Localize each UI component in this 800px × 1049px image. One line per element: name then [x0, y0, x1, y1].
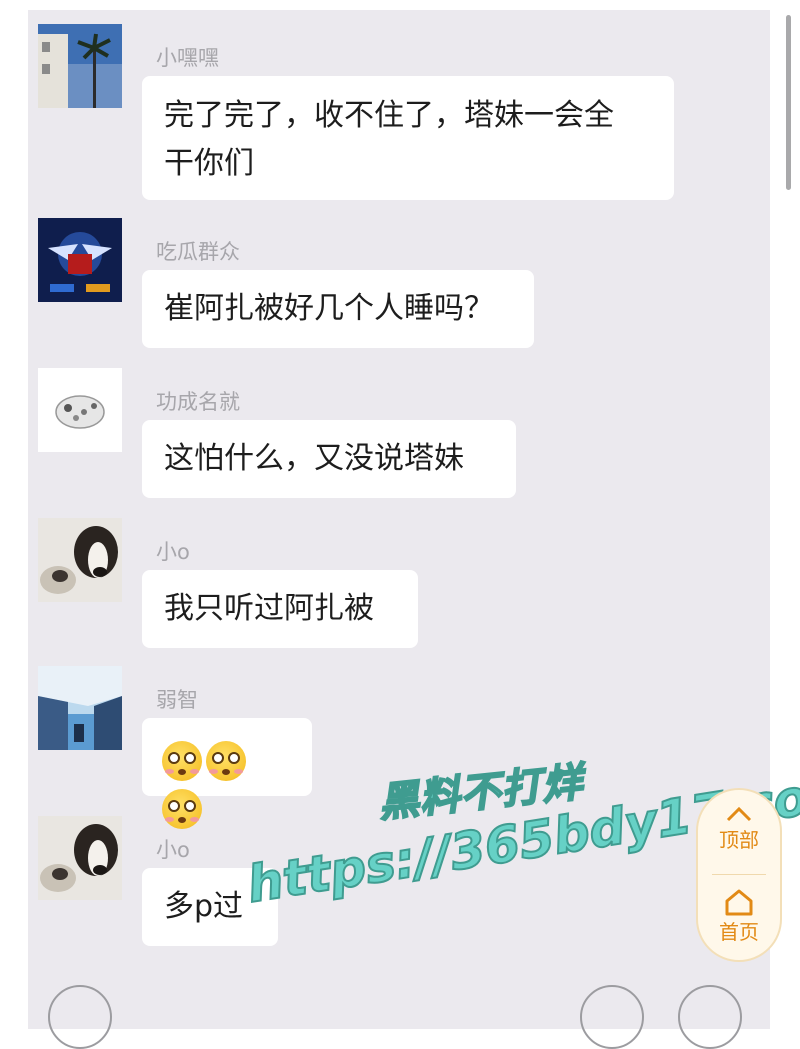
message-bubble[interactable]: 崔阿扎被好几个人睡吗？ — [142, 270, 534, 348]
sender-name: 小o — [156, 540, 190, 564]
home-button[interactable]: 首页 — [698, 888, 780, 945]
message-bubble[interactable] — [142, 718, 312, 829]
scrollbar[interactable] — [786, 15, 791, 190]
divider — [712, 874, 766, 875]
sender-name: 小嘿嘿 — [156, 46, 219, 70]
voice-toggle-icon[interactable] — [48, 985, 112, 1049]
message-text: 完了完了，收不住了，塔妹一会全 — [164, 98, 614, 133]
back-to-top-label: 顶部 — [719, 828, 759, 852]
message-bubble[interactable]: 我只听过阿扎被 — [142, 570, 418, 648]
plus-icon[interactable] — [678, 985, 742, 1049]
sender-name: 功成名就 — [156, 390, 240, 414]
message-text: 干你们 — [164, 146, 254, 181]
home-icon — [725, 889, 753, 916]
message-bubble[interactable]: 完了完了，收不住了，塔妹一会全 干你们 — [142, 76, 674, 200]
input-toolbar — [28, 975, 770, 1049]
home-label: 首页 — [719, 920, 759, 944]
chevron-up-icon — [726, 806, 752, 822]
back-to-top-button[interactable]: 顶部 — [698, 804, 780, 853]
avatar[interactable] — [38, 218, 122, 302]
message-text: 我只听过阿扎被 — [164, 591, 374, 626]
sender-name: 吃瓜群众 — [156, 240, 240, 264]
sender-name: 小o — [156, 838, 190, 862]
avatar[interactable] — [38, 518, 122, 602]
flushed-face-icon — [206, 740, 246, 781]
message-bubble[interactable]: 这怕什么，又没说塔妹 — [142, 420, 516, 498]
flushed-face-icon — [162, 788, 202, 829]
avatar[interactable] — [38, 816, 122, 900]
avatar[interactable] — [38, 24, 122, 108]
message-text: 崔阿扎被好几个人睡吗？ — [164, 291, 494, 326]
avatar[interactable] — [38, 368, 122, 452]
message-text: 多p过 — [164, 889, 244, 924]
flushed-face-icon — [162, 740, 202, 781]
sender-name: 弱智 — [156, 688, 198, 712]
avatar[interactable] — [38, 666, 122, 750]
floating-nav-widget: 顶部 首页 — [696, 788, 782, 962]
message-text: 这怕什么，又没说塔妹 — [164, 441, 464, 476]
emoji-icon[interactable] — [580, 985, 644, 1049]
